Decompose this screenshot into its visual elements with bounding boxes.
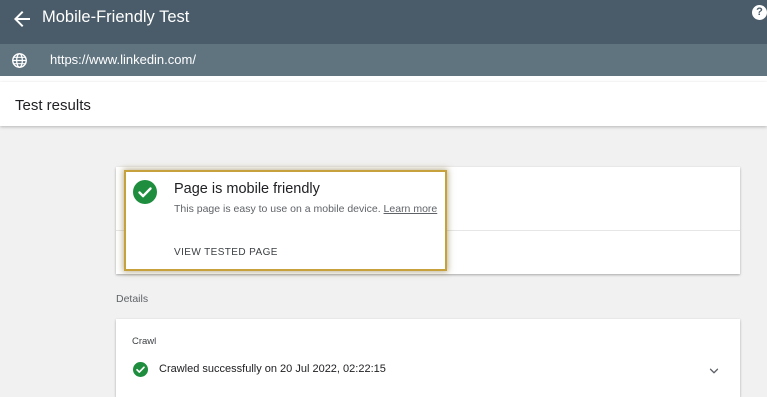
crawl-card[interactable]: Crawl Crawled successfully on 20 Jul 202… xyxy=(116,319,740,397)
help-icon[interactable]: ? xyxy=(752,5,767,20)
chevron-down-icon[interactable] xyxy=(708,364,720,376)
view-tested-page-button[interactable]: VIEW TESTED PAGE xyxy=(174,247,278,258)
crawl-status: Crawled successfully on 20 Jul 2022, 02:… xyxy=(159,363,386,375)
back-button[interactable] xyxy=(10,7,34,31)
details-heading: Details xyxy=(116,293,149,305)
globe-icon xyxy=(11,52,28,69)
check-circle-icon xyxy=(133,180,157,204)
result-title: Page is mobile friendly xyxy=(174,181,320,197)
tested-url[interactable]: https://www.linkedin.com/ xyxy=(50,52,196,68)
url-bar: https://www.linkedin.com/ xyxy=(0,44,767,76)
crawl-title: Crawl xyxy=(132,336,157,347)
arrow-back-icon xyxy=(14,11,30,27)
app-title: Mobile-Friendly Test xyxy=(42,8,190,26)
page-title: Test results xyxy=(15,97,91,114)
result-summary-highlight: Page is mobile friendly This page is eas… xyxy=(124,170,447,271)
top-app-bar: Mobile-Friendly Test ? xyxy=(0,0,767,44)
learn-more-link[interactable]: Learn more xyxy=(384,203,438,215)
result-description-text: This page is easy to use on a mobile dev… xyxy=(174,203,381,215)
result-description: This page is easy to use on a mobile dev… xyxy=(174,203,437,215)
check-circle-icon xyxy=(133,362,148,377)
results-header: Test results xyxy=(0,82,767,126)
